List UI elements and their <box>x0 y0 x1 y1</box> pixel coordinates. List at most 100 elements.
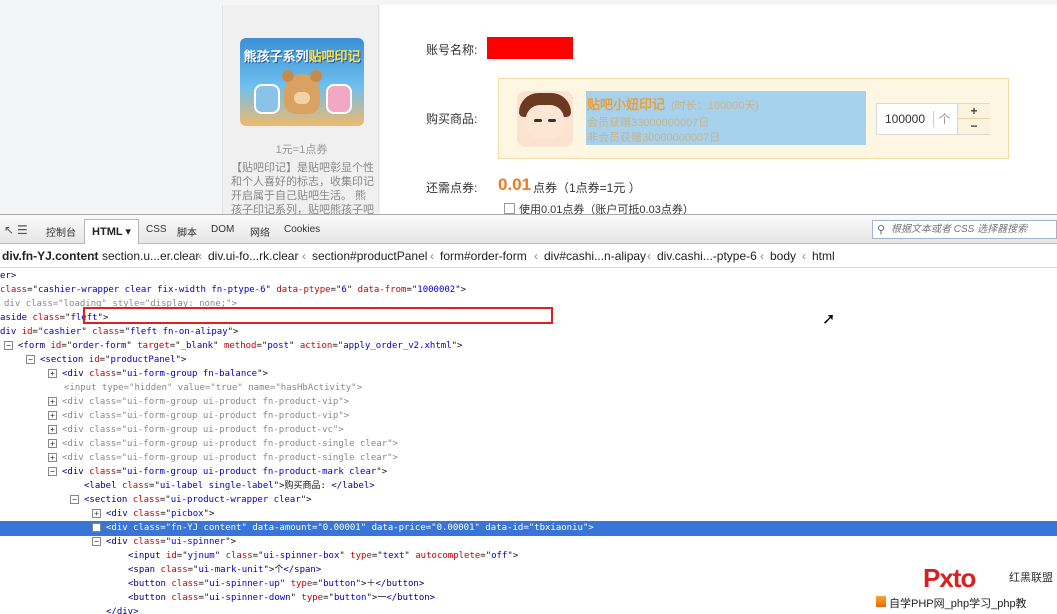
expand-icon[interactable]: + <box>48 453 57 462</box>
collapse-icon[interactable]: − <box>26 355 35 364</box>
tree-row-code: <div class="fn-YJ content" data-amount="… <box>106 521 594 535</box>
tree-row[interactable]: <label class="ui-label single-label">购买商… <box>0 479 1057 493</box>
code-token: _blank <box>180 341 214 351</box>
tab-css[interactable]: CSS <box>146 224 167 235</box>
collapse-icon[interactable]: − <box>48 467 57 476</box>
code-token: ui-product-wrapper clear <box>170 495 301 505</box>
tree-row[interactable]: − <div class="ui-form-group ui-product fn… <box>0 465 1057 479</box>
tree-row[interactable]: + <div class="ui-form-group ui-product fn… <box>0 395 1057 409</box>
code-token: data-price <box>371 523 426 533</box>
expand-icon[interactable]: + <box>48 411 57 420</box>
highlight-annotation-box <box>83 307 553 324</box>
tree-row[interactable]: <input id="yjnum" class="ui-spinner-box"… <box>0 549 1057 563</box>
code-token: ui-spinner <box>171 537 226 547</box>
console-toggle-icon[interactable]: ☰ <box>17 223 28 237</box>
expand-icon[interactable]: + <box>48 369 57 378</box>
code-token: =" <box>330 285 342 295</box>
tree-row[interactable]: + <div class="ui-form-group ui-product fn… <box>0 409 1057 423</box>
tree-row[interactable]: <span class="ui-mark-unit">个</span> <box>0 563 1057 577</box>
collapse-icon[interactable]: − <box>4 341 13 350</box>
breadcrumb: div.fn-YJ.content ‹ section.u...er.clear… <box>0 244 1057 268</box>
breadcrumb-item[interactable]: div.fn-YJ.content <box>2 249 98 263</box>
code-token: " <box>290 593 302 603</box>
item-member-bonus: 会员获赠33000000007日 <box>587 117 710 129</box>
quantity-stepper: 100000 个 + − <box>876 103 990 135</box>
breadcrumb-item[interactable]: form#order-form <box>440 249 527 263</box>
tree-row-code: <section class="ui-product-wrapper clear… <box>84 493 312 507</box>
code-token: ＋ <box>366 579 376 589</box>
code-token: <div class="ui-form-group ui-product fn-… <box>62 425 344 435</box>
product-description: 【贴吧印记】是贴吧彰显个性和个人喜好的标志，收集印记开启属于自己贴吧生活。 熊孩… <box>231 162 374 214</box>
tree-row[interactable]: + <div class="ui-form-group ui-product fn… <box>0 451 1057 465</box>
breadcrumb-item[interactable]: body <box>770 249 796 263</box>
code-token: <div <box>106 537 134 547</box>
code-token: ui-spinner-up <box>209 579 280 589</box>
code-token: "> <box>257 369 268 379</box>
code-token: =" <box>176 551 188 561</box>
inspect-icon[interactable]: ↖ <box>4 223 14 237</box>
tree-row[interactable]: <button class="ui-spinner-up" type="butt… <box>0 577 1057 591</box>
tab-console[interactable]: 控制台 <box>46 224 76 239</box>
collapse-icon[interactable]: − <box>92 537 101 546</box>
product-image-title-b: 贴吧印记 <box>308 49 361 64</box>
code-token: class <box>89 467 117 477</box>
tree-row-code: <form id="order-form" target="_blank" me… <box>18 339 462 353</box>
quantity-unit: 个 <box>933 111 955 127</box>
tree-row[interactable]: − <section id="productPanel"> <box>0 353 1057 367</box>
tree-row[interactable]: − <div class="ui-spinner"> <box>0 535 1057 549</box>
use-points-checkbox[interactable] <box>504 203 515 214</box>
tab-cookies[interactable]: Cookies <box>284 224 320 235</box>
code-token: post <box>267 341 289 351</box>
item-info-selected[interactable]: 贴吧小妞印记 (时长：100000天) 会员获赠33000000007日 非会员获… <box>586 91 866 145</box>
tab-script[interactable]: 脚本 <box>177 224 197 239</box>
code-token: =" <box>187 565 199 575</box>
tree-row[interactable]: div id="cashier" class="fleft fn-on-alip… <box>0 325 1057 339</box>
code-token: =" <box>116 369 128 379</box>
tree-row[interactable]: <input type="hidden" value="true" name="… <box>0 381 1057 395</box>
breadcrumb-item[interactable]: div#cashi...n-alipay <box>544 249 646 263</box>
quantity-up-button[interactable]: + <box>957 104 990 119</box>
search-input[interactable] <box>891 222 1055 237</box>
tree-row[interactable]: + <div class="ui-form-group ui-product fn… <box>0 423 1057 437</box>
tab-network[interactable]: 网络 <box>250 224 270 239</box>
tree-row[interactable]: class="cashier-wrapper clear fix-width f… <box>0 283 1057 297</box>
tree-row-code: <div class="ui-form-group ui-product fn-… <box>62 437 398 451</box>
tree-row[interactable]: − <section class="ui-product-wrapper clea… <box>0 493 1057 507</box>
expand-icon[interactable]: + <box>48 425 57 434</box>
code-token: " <box>289 341 300 351</box>
tab-dom[interactable]: DOM <box>211 224 234 235</box>
breadcrumb-item[interactable]: section#productPanel <box>312 249 427 263</box>
tree-row[interactable]: + <div class="picbox"> <box>0 507 1057 521</box>
tree-row[interactable]: + <div class="ui-form-group fn-balance"> <box>0 367 1057 381</box>
code-token: <button <box>128 579 172 589</box>
code-token: =" <box>32 327 44 337</box>
expand-icon[interactable]: + <box>48 397 57 406</box>
tree-row-code: <label class="ui-label single-label">购买商… <box>84 479 375 493</box>
tree-row-code: <span class="ui-mark-unit">个</span> <box>128 563 321 577</box>
bear-character <box>282 70 322 114</box>
code-token: class <box>171 579 199 589</box>
breadcrumb-item[interactable]: html <box>812 249 835 263</box>
code-token: " <box>265 285 277 295</box>
collapse-icon[interactable]: − <box>70 495 79 504</box>
tree-row-code: <button class="ui-spinner-up" type="butt… <box>128 577 424 591</box>
code-token: =" <box>160 537 172 547</box>
quantity-input[interactable]: 100000 <box>877 104 933 134</box>
tree-row-selected[interactable]: + <div class="fn-YJ content" data-amount=… <box>0 521 1057 536</box>
tree-row[interactable]: − <form id="order-form" target="_blank" m… <box>0 339 1057 353</box>
product-image[interactable]: 熊孩子系列贴吧印记 <box>240 38 364 126</box>
tree-row[interactable]: er> <box>0 269 1057 283</box>
expand-icon[interactable]: + <box>92 523 101 532</box>
quantity-down-button[interactable]: − <box>957 119 990 134</box>
expand-icon[interactable]: + <box>92 509 101 518</box>
tab-html[interactable]: HTML ▾ <box>84 219 139 244</box>
breadcrumb-item[interactable]: div.ui-fo...rk.clear <box>208 249 298 263</box>
breadcrumb-item[interactable]: div.cashi...-ptype-6 <box>657 249 757 263</box>
tree-row[interactable]: + <div class="ui-form-group ui-product fn… <box>0 437 1057 451</box>
use-points-label: 使用0.01点券（账户可抵0.03点券） <box>519 204 694 214</box>
breadcrumb-item[interactable]: section.u...er.clear <box>102 249 199 263</box>
watermark-caption: 自学PHP网_php学习_php教 <box>889 598 1027 610</box>
expand-icon[interactable]: + <box>48 439 57 448</box>
code-token: =" <box>160 523 172 533</box>
code-token: =" <box>371 551 383 561</box>
